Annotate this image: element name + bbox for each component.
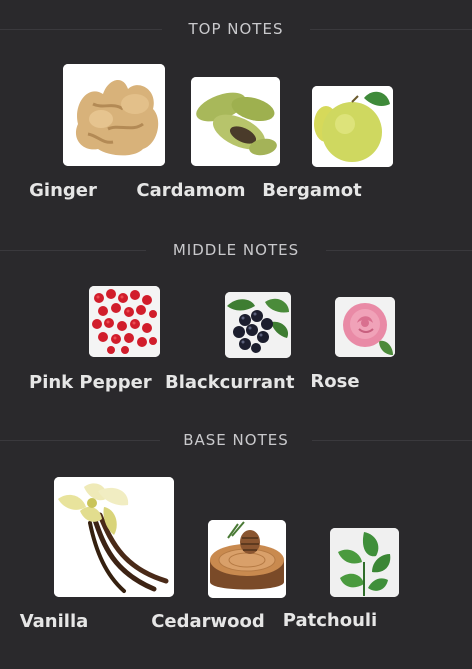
cedarwood-icon <box>208 520 286 598</box>
section-header-middle-notes: MIDDLE NOTES <box>0 231 472 271</box>
patchouli-icon <box>330 528 399 597</box>
note-label: Ginger <box>29 180 97 201</box>
vanilla-icon <box>54 477 174 597</box>
note-label: Blackcurrant <box>165 372 295 393</box>
note-label: Bergamot <box>262 180 362 201</box>
rose-icon <box>335 297 395 357</box>
note-label: Pink Pepper <box>29 372 152 393</box>
note-label: Cardamom <box>136 180 246 201</box>
note-label: Cedarwood <box>151 611 265 632</box>
section-header-base-notes: BASE NOTES <box>0 421 472 461</box>
ginger-icon <box>63 64 165 166</box>
section-header-top-notes: TOP NOTES <box>0 10 472 50</box>
note-label: Rose <box>310 371 360 392</box>
section-title: TOP NOTES <box>188 20 284 38</box>
note-label: Vanilla <box>19 611 89 632</box>
pink-pepper-icon <box>89 286 160 357</box>
section-title: BASE NOTES <box>183 431 289 449</box>
note-label: Patchouli <box>282 610 378 631</box>
blackcurrant-icon <box>225 292 291 358</box>
bergamot-icon <box>312 86 393 167</box>
section-title: MIDDLE NOTES <box>172 241 300 259</box>
cardamom-icon <box>191 77 280 166</box>
